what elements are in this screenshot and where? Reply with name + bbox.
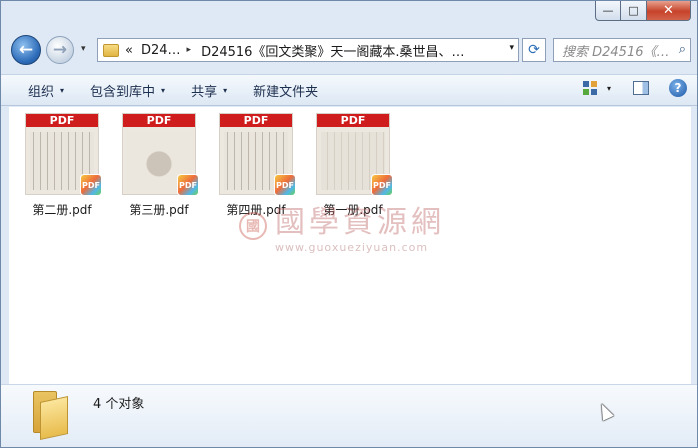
file-item[interactable]: PDF PDF 第三册.pdf (118, 113, 200, 218)
share-label: 共享 (191, 84, 218, 100)
help-icon[interactable]: ? (669, 79, 687, 97)
command-bar: 组织 ▾ 包含到库中 ▾ 共享 ▾ 新建文件夹 ▾ ? (1, 74, 697, 106)
pdf-thumbnail: PDF PDF (316, 113, 393, 196)
include-in-library-label: 包含到库中 (90, 84, 156, 100)
back-button[interactable]: ← (11, 35, 41, 65)
address-bar[interactable]: « D24… ▸ D24516《回文类聚》天一阁藏本.桑世昌、… ▾ (97, 38, 519, 62)
back-arrow-icon: ← (18, 40, 34, 60)
share-menu[interactable]: 共享 ▾ (191, 81, 227, 100)
details-pane: 4 个对象 (1, 384, 697, 447)
forward-button[interactable]: → (46, 36, 74, 64)
refresh-button[interactable]: ⟳ (522, 38, 546, 62)
pdf-band: PDF (26, 114, 98, 127)
file-list: PDF PDF 第二册.pdf PDF PDF 第三册.pdf PDF PDF … (9, 107, 691, 384)
item-count: 4 个对象 (93, 397, 145, 412)
pdf-band: PDF (123, 114, 195, 127)
close-button[interactable]: ✕ (647, 1, 691, 21)
folder-icon (31, 391, 71, 440)
organize-menu[interactable]: 组织 ▾ (28, 81, 64, 100)
recent-pages-dropdown[interactable]: ▾ (81, 44, 86, 54)
pdf-app-icon: PDF (80, 174, 102, 196)
view-controls: ▾ ? (582, 79, 687, 97)
file-item[interactable]: PDF PDF 第二册.pdf (21, 113, 103, 218)
preview-pane-icon[interactable] (633, 81, 649, 95)
pdf-app-icon: PDF (274, 174, 296, 196)
search-placeholder: 搜索 D24516《… (562, 44, 670, 60)
watermark: 國 國學資源網 www.guoxueziyuan.com (239, 197, 445, 254)
new-folder-label: 新建文件夹 (253, 84, 319, 100)
breadcrumb-current[interactable]: D24516《回文类聚》天一阁藏本.桑世昌、… (201, 41, 465, 60)
pdf-band: PDF (317, 114, 389, 127)
pdf-app-icon: PDF (371, 174, 393, 196)
address-dropdown-icon[interactable]: ▾ (509, 43, 514, 53)
navigation-bar: ← → ▾ « D24… ▸ D24516《回文类聚》天一阁藏本.桑世昌、… ▾… (1, 31, 697, 71)
include-in-library-menu[interactable]: 包含到库中 ▾ (90, 81, 165, 100)
refresh-icon: ⟳ (528, 42, 540, 58)
pdf-band: PDF (220, 114, 292, 127)
file-name: 第三册.pdf (129, 203, 189, 217)
watermark-text: 國學資源網 www.guoxueziyuan.com (275, 197, 445, 254)
watermark-url: www.guoxueziyuan.com (275, 241, 429, 254)
organize-label: 组织 (28, 84, 55, 100)
pdf-app-icon: PDF (177, 174, 199, 196)
minimize-button[interactable]: — (595, 1, 621, 21)
caption-buttons: — □ ✕ (595, 1, 691, 21)
pdf-thumbnail: PDF PDF (219, 113, 296, 196)
search-input[interactable]: 搜索 D24516《… ⌕ (553, 38, 691, 62)
watermark-title: 國學資源網 (275, 205, 445, 240)
watermark-seal-icon: 國 (239, 211, 267, 240)
breadcrumb-item[interactable]: D24… (141, 43, 181, 58)
mouse-cursor-icon (596, 401, 614, 421)
folder-icon (103, 43, 119, 57)
file-name: 第二册.pdf (32, 203, 92, 217)
explorer-window: — □ ✕ ← → ▾ « D24… ▸ D24516《回文类聚》天一阁藏本.桑… (0, 0, 698, 448)
pdf-thumbnail: PDF PDF (25, 113, 102, 196)
forward-arrow-icon: → (52, 40, 68, 60)
breadcrumb-separator-icon[interactable]: ▸ (187, 45, 192, 55)
chevron-down-icon: ▾ (161, 85, 166, 95)
search-icon[interactable]: ⌕ (679, 42, 686, 57)
chevron-down-icon: ▾ (223, 85, 228, 95)
chevron-down-icon: ▾ (60, 85, 65, 95)
breadcrumb-overflow[interactable]: « (125, 43, 133, 58)
change-view-icon[interactable] (582, 81, 597, 95)
view-options-dropdown[interactable]: ▾ (607, 84, 611, 93)
pdf-thumbnail: PDF PDF (122, 113, 199, 196)
new-folder-button[interactable]: 新建文件夹 (253, 81, 318, 100)
maximize-button[interactable]: □ (621, 1, 647, 21)
